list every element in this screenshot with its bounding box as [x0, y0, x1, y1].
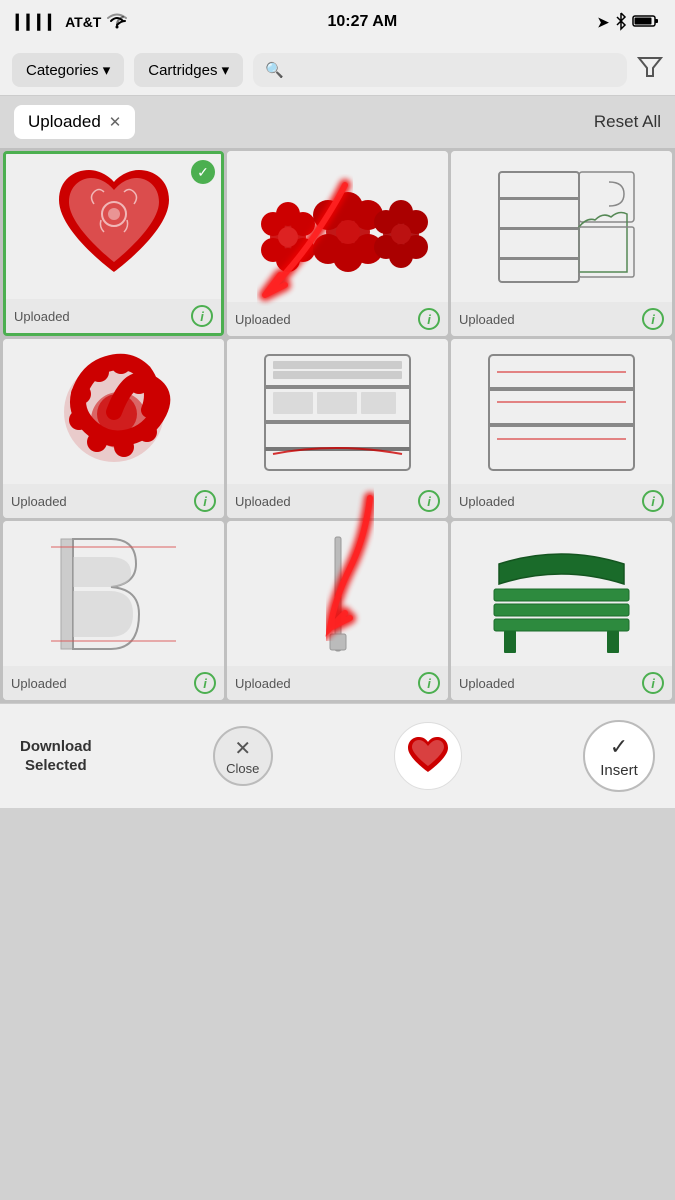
download-selected-label: DownloadSelected — [20, 737, 92, 776]
grid-item-5-image — [227, 339, 448, 484]
label-text: Uploaded — [235, 312, 291, 327]
wifi-icon — [107, 13, 127, 32]
status-bar: ▎▎▎▎ AT&T 10:27 AM ➤ — [0, 0, 675, 44]
label-text: Uploaded — [235, 676, 291, 691]
status-left: ▎▎▎▎ AT&T — [16, 13, 127, 32]
image-grid: ✓ Uploaded i — [0, 148, 675, 703]
grid-item-4-label: Uploaded i — [3, 484, 224, 518]
label-text: Uploaded — [11, 494, 67, 509]
battery-icon — [633, 14, 659, 31]
label-text: Uploaded — [459, 676, 515, 691]
heart-icon-center — [394, 722, 462, 790]
grid-item-4-image — [3, 339, 224, 484]
download-selected-button[interactable]: DownloadSelected — [20, 737, 92, 776]
grid-item-2-image — [227, 151, 448, 302]
grid-item-2-label: Uploaded i — [227, 302, 448, 336]
grid-item-2[interactable]: Uploaded i — [227, 151, 448, 336]
filter-tag: Uploaded ✕ — [14, 105, 135, 139]
grid-item-9-label: Uploaded i — [451, 666, 672, 700]
bottom-bar: DownloadSelected ✕ Close ✓ — [0, 703, 675, 808]
info-icon-5[interactable]: i — [418, 490, 440, 512]
grid-item-7-label: Uploaded i — [3, 666, 224, 700]
label-text: Uploaded — [235, 494, 291, 509]
filter-row: Uploaded ✕ Reset All — [0, 96, 675, 148]
grid-item-7[interactable]: Uploaded i — [3, 521, 224, 700]
close-button[interactable]: ✕ Close — [213, 726, 273, 786]
cartridges-button[interactable]: Cartridges ▾ — [134, 53, 243, 87]
close-circle[interactable]: ✕ Close — [213, 726, 273, 786]
info-icon-4[interactable]: i — [194, 490, 216, 512]
insert-button[interactable]: ✓ Insert — [583, 720, 655, 792]
info-icon-9[interactable]: i — [642, 672, 664, 694]
grid-item-5-label: Uploaded i — [227, 484, 448, 518]
filter-tag-label: Uploaded — [28, 112, 101, 132]
bluetooth-icon — [615, 12, 627, 33]
grid-item-6-image — [451, 339, 672, 484]
grid-item-9-image — [451, 521, 672, 666]
grid-item-8-image — [227, 521, 448, 666]
info-icon-2[interactable]: i — [418, 308, 440, 330]
cartridges-label: Cartridges ▾ — [148, 61, 229, 79]
categories-button[interactable]: Categories ▾ — [12, 53, 124, 87]
info-icon-8[interactable]: i — [418, 672, 440, 694]
grid-item-6-label: Uploaded i — [451, 484, 672, 518]
heart-center-button[interactable] — [394, 722, 462, 790]
grid-item-5[interactable]: Uploaded i — [227, 339, 448, 518]
grid-item-3-image — [451, 151, 672, 302]
label-text: Uploaded — [11, 676, 67, 691]
time-display: 10:27 AM — [327, 13, 397, 31]
grid-item-8[interactable]: Uploaded i — [227, 521, 448, 700]
label-text: Uploaded — [14, 309, 70, 324]
grid-item-3-label: Uploaded i — [451, 302, 672, 336]
grid-item-4[interactable]: Uploaded i — [3, 339, 224, 518]
close-label: Close — [226, 761, 259, 776]
categories-label: Categories ▾ — [26, 61, 110, 79]
nav-bar: Categories ▾ Cartridges ▾ 🔍 — [0, 44, 675, 96]
grid-item-1-image: ✓ — [6, 154, 221, 299]
search-bar[interactable]: 🔍 — [253, 53, 627, 87]
grid-item-1[interactable]: ✓ Uploaded i — [3, 151, 224, 336]
reset-all-button[interactable]: Reset All — [594, 112, 661, 132]
insert-circle[interactable]: ✓ Insert — [583, 720, 655, 792]
location-icon: ➤ — [597, 14, 609, 31]
info-icon-3[interactable]: i — [642, 308, 664, 330]
grid-item-6[interactable]: Uploaded i — [451, 339, 672, 518]
grid-item-7-image — [3, 521, 224, 666]
info-icon-7[interactable]: i — [194, 672, 216, 694]
search-icon: 🔍 — [265, 61, 284, 79]
label-text: Uploaded — [459, 312, 515, 327]
status-right: ➤ — [597, 12, 659, 33]
info-icon-1[interactable]: i — [191, 305, 213, 327]
filter-button[interactable] — [637, 54, 663, 86]
grid-item-3[interactable]: Uploaded i — [451, 151, 672, 336]
grid-item-9[interactable]: Uploaded i — [451, 521, 672, 700]
carrier-label: AT&T — [65, 14, 101, 30]
signal-icon: ▎▎▎▎ — [16, 14, 59, 31]
insert-label: Insert — [600, 762, 638, 779]
label-text: Uploaded — [459, 494, 515, 509]
grid-item-1-label: Uploaded i — [6, 299, 221, 333]
filter-close-icon[interactable]: ✕ — [109, 113, 122, 131]
selected-checkmark: ✓ — [191, 160, 215, 184]
info-icon-6[interactable]: i — [642, 490, 664, 512]
grid-item-8-label: Uploaded i — [227, 666, 448, 700]
